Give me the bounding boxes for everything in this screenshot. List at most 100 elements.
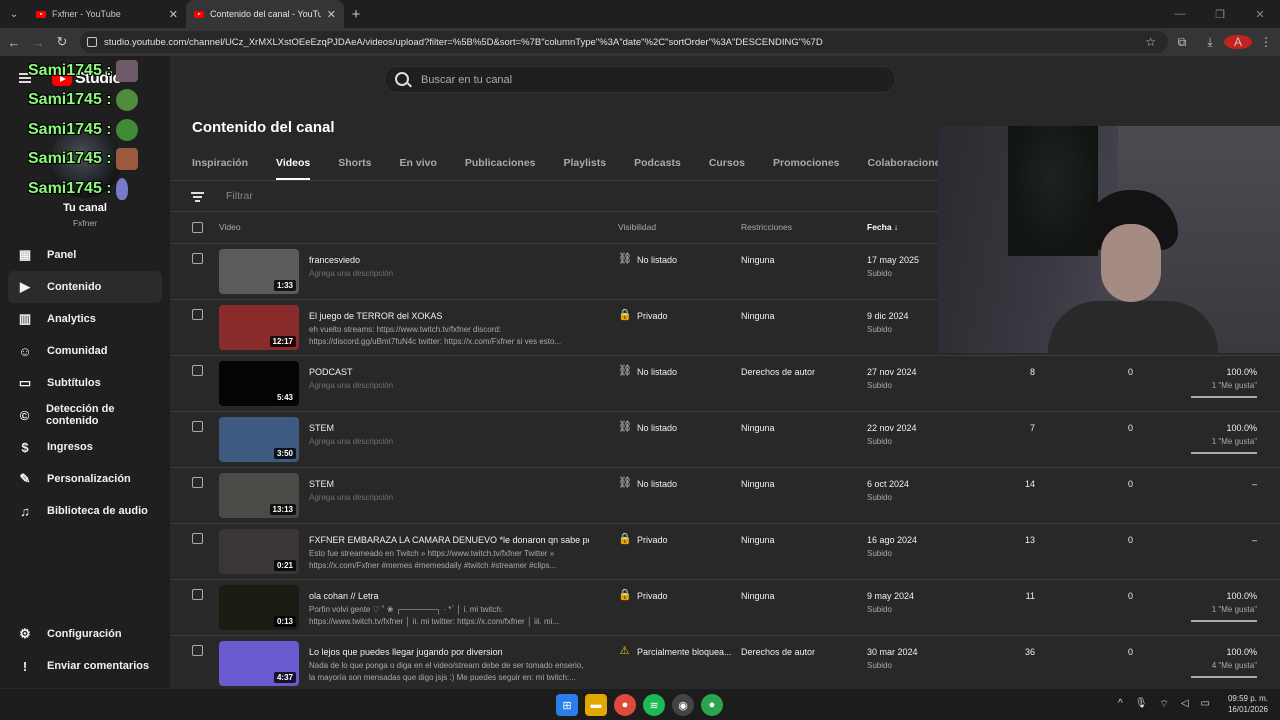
video-title[interactable]: Lo lejos que puedes llegar jugando por d…	[309, 647, 589, 657]
table-row[interactable]: 0:21 FXFNER EMBARAZA LA CAMARA DENUEVO *l…	[170, 524, 1280, 580]
taskbar-clock[interactable]: 09:59 p. m. 16/01/2026	[1228, 693, 1268, 715]
date-status: Subido	[867, 269, 892, 278]
tab-promociones[interactable]: Promociones	[773, 152, 840, 180]
visibility-cell[interactable]: ⛓ No listado	[618, 254, 677, 265]
new-tab-button[interactable]: +	[344, 6, 368, 23]
sidebar-item-ingresos[interactable]: $ Ingresos	[8, 431, 162, 463]
video-title[interactable]: El juego de TERROR del XOKAS	[309, 311, 589, 321]
video-thumbnail[interactable]: 3:50	[219, 417, 299, 462]
battery-icon[interactable]: ▭	[1201, 698, 1210, 711]
sidebar-item-personalizacion[interactable]: ✎ Personalización	[8, 463, 162, 495]
tab-playlists[interactable]: Playlists	[564, 152, 607, 180]
filter-icon[interactable]	[191, 192, 204, 202]
tab-en-vivo[interactable]: En vivo	[400, 152, 437, 180]
sidebar-item-contenido[interactable]: ▶ Contenido	[8, 271, 162, 303]
sidebar-item-biblioteca[interactable]: ♫ Biblioteca de audio	[8, 495, 162, 527]
visibility-cell[interactable]: 🔒 Privado	[618, 310, 668, 321]
tab-publicaciones[interactable]: Publicaciones	[465, 152, 536, 180]
visibility-cell[interactable]: ⚠ Parcialmente bloquea...	[618, 646, 732, 657]
volume-icon[interactable]: ◁	[1181, 698, 1189, 711]
table-row[interactable]: 13:13 STEM Agrega una descripción ⛓ No lista…	[170, 468, 1280, 524]
video-title[interactable]: STEM	[309, 479, 589, 489]
header-visibility[interactable]: Visibilidad	[618, 222, 656, 232]
sidebar-item-enviar-comentarios[interactable]: ! Enviar comentarios	[8, 650, 162, 682]
video-title[interactable]: ola cohan // Letra	[309, 591, 589, 601]
visibility-cell[interactable]: ⛓ No listado	[618, 422, 677, 433]
browser-menu-icon[interactable]: ⋮	[1252, 35, 1280, 49]
sidebar-item-comunidad[interactable]: ☺ Comunidad	[8, 335, 162, 367]
sidebar-item-subtitulos[interactable]: ▭ Subtítulos	[8, 367, 162, 399]
sidebar-item-panel[interactable]: ▦ Panel	[8, 239, 162, 271]
video-thumbnail[interactable]: 1:33	[219, 249, 299, 294]
wifi-icon[interactable]: ⌔	[1159, 698, 1168, 711]
video-thumbnail[interactable]: 4:37	[219, 641, 299, 686]
row-checkbox[interactable]	[192, 365, 203, 376]
row-checkbox[interactable]	[192, 589, 203, 600]
tab-search-icon[interactable]: ⌄	[0, 0, 28, 28]
file-explorer-icon[interactable]: ▬	[585, 694, 607, 716]
profile-button[interactable]: A	[1224, 35, 1252, 49]
visibility-label: Privado	[637, 310, 668, 321]
row-checkbox[interactable]	[192, 309, 203, 320]
tray-chevron-icon[interactable]: ^	[1118, 698, 1123, 711]
header-restrictions[interactable]: Restricciones	[741, 222, 792, 232]
channel-search-input[interactable]: Buscar en tu canal	[384, 66, 896, 93]
start-icon[interactable]: ⊞	[556, 694, 578, 716]
visibility-cell[interactable]: 🔒 Privado	[618, 534, 668, 545]
table-row[interactable]: 4:37 Lo lejos que puedes llegar jugando p…	[170, 636, 1280, 692]
sidebar-item-label: Comunidad	[47, 345, 108, 357]
video-thumbnail[interactable]: 0:21	[219, 529, 299, 574]
download-icon[interactable]: ⤓	[1196, 35, 1224, 50]
browser-tab-fxfner[interactable]: Fxfner - YouTube ✕	[28, 0, 186, 28]
video-title[interactable]: PODCAST	[309, 367, 589, 377]
back-arrow-icon[interactable]: ←	[2, 35, 26, 50]
video-title[interactable]: francesviedo	[309, 255, 589, 265]
chrome-profile-icon[interactable]: ●	[701, 694, 723, 716]
video-title[interactable]: FXFNER EMBARAZA LA CAMARA DENUEVO *le do…	[309, 535, 589, 545]
row-checkbox[interactable]	[192, 253, 203, 264]
table-row[interactable]: 0:13 ola cohan // Letra Porfin volvi gente…	[170, 580, 1280, 636]
tab-colaboraciones[interactable]: Colaboraciones	[868, 152, 947, 180]
sidebar-item-deteccion[interactable]: © Detección de contenido	[8, 399, 162, 431]
header-date[interactable]: Fecha ↓	[867, 222, 898, 232]
row-checkbox[interactable]	[192, 533, 203, 544]
visibility-cell[interactable]: ⛓ No listado	[618, 366, 677, 377]
tab-podcasts[interactable]: Podcasts	[634, 152, 681, 180]
row-checkbox[interactable]	[192, 645, 203, 656]
row-checkbox[interactable]	[192, 477, 203, 488]
sidebar-item-configuracion[interactable]: ⚙ Configuración	[8, 618, 162, 650]
video-thumbnail[interactable]: 12:17	[219, 305, 299, 350]
chrome-icon[interactable]: ●	[614, 694, 636, 716]
url-bar[interactable]: studio.youtube.com/channel/UCz_XrMXLXstO…	[80, 31, 1168, 53]
video-thumbnail[interactable]: 5:43	[219, 361, 299, 406]
bookmark-star-icon[interactable]: ☆	[1145, 35, 1156, 49]
close-window-icon[interactable]: ✕	[1240, 0, 1280, 28]
minimize-icon[interactable]: —	[1160, 0, 1200, 28]
reload-icon[interactable]: ↻	[50, 34, 74, 50]
video-title[interactable]: STEM	[309, 423, 589, 433]
tab-inspiracion[interactable]: Inspiración	[192, 152, 248, 180]
close-tab-icon[interactable]: ✕	[327, 8, 336, 21]
table-row[interactable]: 5:43 PODCAST Agrega una descripción ⛓ No lis…	[170, 356, 1280, 412]
obs-icon[interactable]: ◉	[672, 694, 694, 716]
extensions-icon[interactable]: ⧉	[1168, 35, 1196, 50]
row-checkbox[interactable]	[192, 421, 203, 432]
visibility-cell[interactable]: ⛓ No listado	[618, 478, 677, 489]
tab-cursos[interactable]: Cursos	[709, 152, 745, 180]
microphone-icon[interactable]: 🎙	[1135, 698, 1148, 711]
forward-arrow-icon[interactable]: →	[26, 35, 50, 50]
select-all-checkbox[interactable]	[192, 222, 203, 233]
site-info-icon[interactable]	[87, 37, 97, 47]
tab-videos[interactable]: Videos	[276, 152, 311, 180]
tab-shorts[interactable]: Shorts	[338, 152, 371, 180]
filter-input[interactable]: Filtrar	[226, 190, 253, 202]
browser-tab-studio[interactable]: Contenido del canal - YouTube ✕	[186, 0, 344, 28]
video-thumbnail[interactable]: 0:13	[219, 585, 299, 630]
visibility-cell[interactable]: 🔒 Privado	[618, 590, 668, 601]
sidebar-item-analytics[interactable]: ▥ Analytics	[8, 303, 162, 335]
video-thumbnail[interactable]: 13:13	[219, 473, 299, 518]
spotify-icon[interactable]: ≋	[643, 694, 665, 716]
table-row[interactable]: 3:50 STEM Agrega una descripción ⛓ No listad…	[170, 412, 1280, 468]
restore-icon[interactable]: ❐	[1200, 0, 1240, 28]
close-tab-icon[interactable]: ✕	[169, 8, 178, 21]
